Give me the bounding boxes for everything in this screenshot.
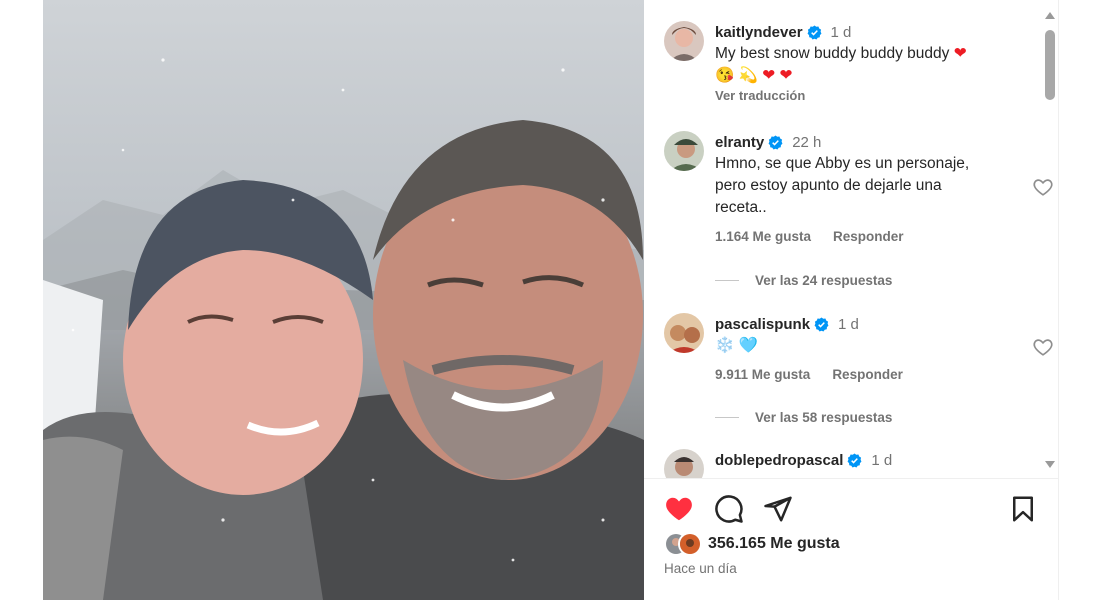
avatar[interactable]	[664, 449, 704, 478]
verified-badge-icon	[807, 24, 821, 40]
red-heart-emoji: ❤ ❤	[762, 67, 793, 84]
see-translation-link[interactable]: Ver traducción	[715, 88, 1005, 103]
comment-likes[interactable]: 1.164 Me gusta	[715, 229, 811, 244]
view-replies-label[interactable]: Ver las 24 respuestas	[755, 273, 892, 288]
comment-meta: 1.164 Me gusta Responder	[715, 229, 1005, 244]
username[interactable]: pascalispunk	[715, 316, 810, 333]
comment-time: 1 d	[838, 315, 859, 333]
username[interactable]: kaitlyndever	[715, 24, 803, 41]
comment-time: 1 d	[871, 451, 893, 469]
comment-bubble-icon[interactable]	[714, 494, 744, 524]
likes-summary[interactable]: 356.165 Me gusta	[664, 532, 840, 556]
comments-scrollbar[interactable]	[1043, 8, 1057, 470]
likes-count[interactable]: 356.165 Me gusta	[708, 535, 840, 553]
emoji-line: 😘 💫	[715, 67, 763, 84]
replies-divider	[715, 280, 739, 281]
post-side-panel: kaitlyndever 1 d My best snow buddy budd…	[644, 0, 1059, 600]
heart-filled-icon[interactable]	[664, 494, 694, 524]
comment-text: Hmno, se que Abby es un personaje, pero …	[715, 155, 970, 216]
comment-meta: 9.911 Me gusta Responder	[715, 367, 1005, 382]
comment-time: 22 h	[792, 133, 822, 151]
view-replies-label[interactable]: Ver las 58 respuestas	[755, 410, 892, 425]
avatar[interactable]	[664, 313, 704, 353]
avatar[interactable]	[664, 21, 704, 61]
verified-badge-icon	[814, 316, 829, 332]
avatar[interactable]	[664, 131, 704, 171]
comment-text: ❄️ 🩵	[715, 337, 758, 354]
scrollbar-thumb[interactable]	[1045, 30, 1055, 100]
post-photo[interactable]	[43, 0, 644, 600]
scroll-up-arrow-icon[interactable]	[1045, 12, 1055, 19]
replies-divider	[715, 417, 739, 418]
comment-emoji-line: 😘 💫 ❤ ❤	[715, 65, 1005, 87]
reply-button[interactable]: Responder	[832, 367, 903, 382]
post-timestamp: Hace un día	[664, 561, 737, 576]
scroll-down-arrow-icon[interactable]	[1045, 461, 1055, 468]
view-replies[interactable]: Ver las 24 respuestas	[715, 273, 892, 288]
comment-likes[interactable]: 9.911 Me gusta	[715, 367, 810, 382]
verified-badge-icon	[847, 452, 862, 468]
reply-button[interactable]: Responder	[833, 229, 904, 244]
comments-list[interactable]: kaitlyndever 1 d My best snow buddy budd…	[644, 0, 1059, 478]
view-replies[interactable]: Ver las 58 respuestas	[715, 410, 892, 425]
username[interactable]: elranty	[715, 134, 764, 151]
liker-avatar	[678, 532, 702, 556]
verified-badge-icon	[768, 134, 783, 150]
send-paper-plane-icon[interactable]	[763, 494, 793, 524]
comment-text-line: My best snow buddy buddy buddy	[715, 45, 954, 62]
red-heart-emoji: ❤	[953, 45, 967, 62]
post-photo-illustration	[43, 58, 644, 600]
bookmark-icon[interactable]	[1008, 494, 1038, 524]
comment-time: 1 d	[830, 23, 852, 41]
comment-text: My best snow buddy buddy buddy ❤	[715, 43, 1005, 65]
username[interactable]: doblepedropascal	[715, 452, 843, 469]
